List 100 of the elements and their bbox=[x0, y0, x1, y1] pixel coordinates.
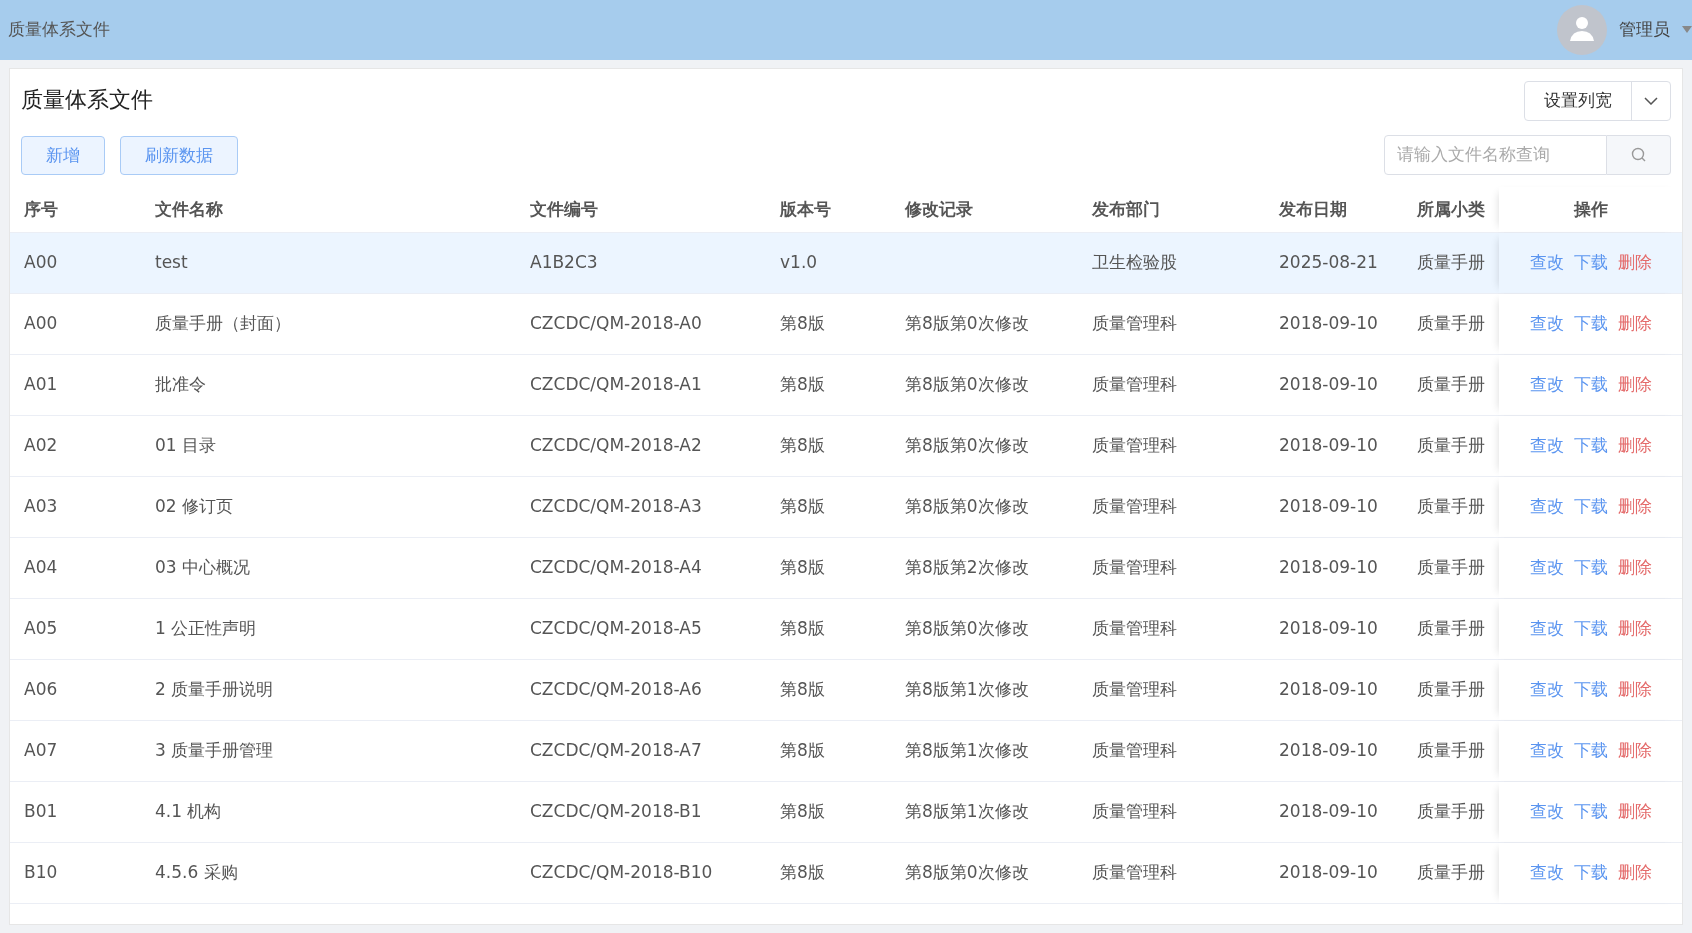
row-action-link[interactable]: 下载 bbox=[1573, 433, 1608, 459]
table-cell-text: 2018-09-10 bbox=[1279, 861, 1378, 885]
table-row[interactable]: A07 3 质量手册管理 CZCDC/QM-2018-A7 第8版 第8版第1次修改 质量管理科 2018-09-10 质量手册 查改 下载 删除 bbox=[10, 721, 1682, 782]
row-action-link[interactable]: 下载 bbox=[1573, 372, 1608, 398]
table-cell-text: 质量管理科 bbox=[1092, 556, 1177, 580]
row-action-link[interactable]: 查改 bbox=[1529, 616, 1564, 642]
search-field[interactable]: 请输入文件名称查询 bbox=[1384, 135, 1607, 175]
table-row[interactable]: A02 01 目录 CZCDC/QM-2018-A2 第8版 第8版第0次修改 质量管理科 2018-09-10 质量手册 查改 下载 删除 bbox=[10, 416, 1682, 477]
table-row[interactable]: A04 03 中心概况 CZCDC/QM-2018-A4 第8版 第8版第2次修改 质量管理科 2018-09-10 质量手册 查改 下载 删除 bbox=[10, 538, 1682, 599]
row-action-link[interactable]: 删除 bbox=[1617, 311, 1652, 337]
search-icon[interactable] bbox=[1630, 147, 1647, 163]
row-action-link[interactable]: 查改 bbox=[1529, 677, 1564, 703]
table-row[interactable]: A00 质量手册（封面） CZCDC/QM-2018-A0 第8版 第8版第0次修改 质量管理科 2018-09-10 质量手册 查改 下载 删除 bbox=[10, 294, 1682, 355]
column-header: 修改记录 bbox=[905, 197, 973, 221]
table-cell-text: A00 bbox=[24, 312, 58, 336]
row-action-link[interactable]: 查改 bbox=[1529, 555, 1564, 581]
row-action-link[interactable]: 删除 bbox=[1617, 860, 1652, 886]
column-header: 文件名称 bbox=[155, 197, 223, 221]
row-action-link[interactable]: 查改 bbox=[1529, 494, 1564, 520]
column-header: 所属小类 bbox=[1417, 197, 1485, 221]
table-cell-text: 第8版 bbox=[780, 861, 825, 885]
table-cell-text: A05 bbox=[24, 617, 58, 641]
row-action-link[interactable]: 删除 bbox=[1617, 555, 1652, 581]
table-row[interactable]: A06 2 质量手册说明 CZCDC/QM-2018-A6 第8版 第8版第1次修改 质量管理科 2018-09-10 质量手册 查改 下载 删除 bbox=[10, 660, 1682, 721]
table-row[interactable]: A01 批准令 CZCDC/QM-2018-A1 第8版 第8版第0次修改 质量管理科 2018-09-10 质量手册 查改 下载 删除 bbox=[10, 355, 1682, 416]
table-cell-text: A02 bbox=[24, 434, 58, 458]
row-action-link[interactable]: 查改 bbox=[1529, 860, 1564, 886]
table-cell-text: B01 bbox=[24, 800, 58, 824]
table-cell-text: CZCDC/QM-2018-A5 bbox=[530, 617, 702, 641]
row-action-link[interactable]: 下载 bbox=[1573, 250, 1608, 276]
column-header: 文件编号 bbox=[530, 197, 598, 221]
caret-icon[interactable] bbox=[1682, 26, 1692, 34]
table-cell-text: 质量手册 bbox=[1417, 617, 1485, 641]
table-cell-text: 质量管理科 bbox=[1092, 495, 1177, 519]
action-button[interactable]: 新增 bbox=[21, 136, 105, 175]
row-action-link[interactable]: 查改 bbox=[1529, 738, 1564, 764]
row-action-link[interactable]: 查改 bbox=[1529, 250, 1564, 276]
search-button[interactable] bbox=[1607, 135, 1671, 175]
table-cell-text: 第8版 bbox=[780, 739, 825, 763]
row-action-link[interactable]: 下载 bbox=[1573, 311, 1608, 337]
table-cell-text: 质量管理科 bbox=[1092, 678, 1177, 702]
avatar-icon bbox=[1557, 5, 1607, 55]
table-cell-text: A04 bbox=[24, 556, 58, 580]
table-cell-text: A01 bbox=[24, 373, 58, 397]
row-action-link[interactable]: 下载 bbox=[1573, 494, 1608, 520]
table-row[interactable]: B10 4.5.6 采购 CZCDC/QM-2018-B10 第8版 第8版第0次修改 质量管理科 2018-09-10 质量手册 查改 下载 删除 bbox=[10, 843, 1682, 904]
row-action-link[interactable]: 查改 bbox=[1529, 433, 1564, 459]
table-row[interactable]: A05 1 公正性声明 CZCDC/QM-2018-A5 第8版 第8版第0次修改 质量管理科 2018-09-10 质量手册 查改 下载 删除 bbox=[10, 599, 1682, 660]
table-cell-text: CZCDC/QM-2018-B1 bbox=[530, 800, 702, 824]
table-cell-text: CZCDC/QM-2018-A4 bbox=[530, 556, 702, 580]
row-action-link[interactable]: 下载 bbox=[1573, 677, 1608, 703]
table-row[interactable]: A00 test A1B2C3 v1.0 卫生检验股 2025-08-21 质量手册 查改 下载 删除 bbox=[10, 233, 1682, 294]
row-action-link[interactable]: 删除 bbox=[1617, 494, 1652, 520]
table-cell-text: 3 质量手册管理 bbox=[155, 739, 274, 763]
column-header: 序号 bbox=[24, 197, 58, 221]
row-action-link[interactable]: 删除 bbox=[1617, 250, 1652, 276]
row-action-link[interactable]: 下载 bbox=[1573, 555, 1608, 581]
row-action-link[interactable]: 查改 bbox=[1529, 799, 1564, 825]
table-cell-text: 质量管理科 bbox=[1092, 434, 1177, 458]
chevron-down-icon[interactable] bbox=[1644, 97, 1658, 105]
column-header: 操作 bbox=[1573, 197, 1608, 221]
table-cell-text: 质量手册 bbox=[1417, 800, 1485, 824]
column-header: 版本号 bbox=[780, 197, 831, 221]
row-action-link[interactable]: 删除 bbox=[1617, 738, 1652, 764]
table-cell-text: 质量手册 bbox=[1417, 861, 1485, 885]
table-cell-text: 质量手册 bbox=[1417, 678, 1485, 702]
row-action-link[interactable]: 下载 bbox=[1573, 860, 1608, 886]
row-action-link[interactable]: 删除 bbox=[1617, 433, 1652, 459]
table-cell-text: test bbox=[155, 251, 188, 275]
table-cell-text: A03 bbox=[24, 495, 58, 519]
row-action-link[interactable]: 删除 bbox=[1617, 616, 1652, 642]
row-action-link[interactable]: 下载 bbox=[1573, 738, 1608, 764]
table-cell-text: 2018-09-10 bbox=[1279, 800, 1378, 824]
table-cell-text: CZCDC/QM-2018-A7 bbox=[530, 739, 702, 763]
row-action-link[interactable]: 删除 bbox=[1617, 372, 1652, 398]
row-action-link[interactable]: 下载 bbox=[1573, 616, 1608, 642]
table-cell-text: 01 目录 bbox=[155, 434, 217, 458]
row-action-link[interactable]: 删除 bbox=[1617, 799, 1652, 825]
row-action-link[interactable]: 查改 bbox=[1529, 372, 1564, 398]
action-button[interactable]: 刷新数据 bbox=[120, 136, 238, 175]
row-action-link[interactable]: 删除 bbox=[1617, 677, 1652, 703]
table-cell-text: 第8版 bbox=[780, 617, 825, 641]
table-cell-text: CZCDC/QM-2018-A0 bbox=[530, 312, 702, 336]
column-header: 发布日期 bbox=[1279, 197, 1347, 221]
table-cell-text: B10 bbox=[24, 861, 58, 885]
table-cell-text: 第8版第0次修改 bbox=[905, 434, 1029, 458]
table-row[interactable]: A03 02 修订页 CZCDC/QM-2018-A3 第8版 第8版第0次修改 质量管理科 2018-09-10 质量手册 查改 下载 删除 bbox=[10, 477, 1682, 538]
table-cell-text: 质量管理科 bbox=[1092, 312, 1177, 336]
table-cell-text: 第8版第0次修改 bbox=[905, 617, 1029, 641]
column-width-button[interactable]: 设置列宽 bbox=[1525, 82, 1632, 120]
column-width-dropdown[interactable]: 设置列宽 bbox=[1524, 81, 1671, 121]
table-cell-text: CZCDC/QM-2018-A1 bbox=[530, 373, 702, 397]
table-cell-text: 质量手册 bbox=[1417, 739, 1485, 763]
user-name[interactable]: 管理员 bbox=[1619, 17, 1670, 43]
table-cell-text: A07 bbox=[24, 739, 58, 763]
table-cell-text: 第8版 bbox=[780, 434, 825, 458]
table-cell-text: 第8版 bbox=[780, 495, 825, 519]
row-action-link[interactable]: 查改 bbox=[1529, 311, 1564, 337]
row-action-link[interactable]: 下载 bbox=[1573, 799, 1608, 825]
table-row[interactable]: B01 4.1 机构 CZCDC/QM-2018-B1 第8版 第8版第1次修改 质量管理科 2018-09-10 质量手册 查改 下载 删除 bbox=[10, 782, 1682, 843]
